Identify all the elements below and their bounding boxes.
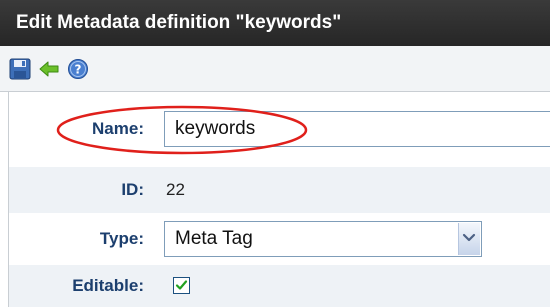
- type-label: Type:: [99, 229, 144, 248]
- dropdown-button[interactable]: [458, 223, 480, 255]
- editable-label: Editable:: [72, 276, 144, 295]
- checkmark-icon: [175, 280, 188, 290]
- save-icon[interactable]: [9, 58, 31, 80]
- edit-metadata-window: Edit Metadata definition "keywords" ? Na…: [0, 0, 550, 307]
- type-select[interactable]: Meta Tag: [164, 221, 482, 257]
- id-label: ID:: [121, 180, 144, 199]
- name-input[interactable]: keywords: [164, 111, 550, 147]
- toolbar: ?: [0, 46, 550, 92]
- help-icon[interactable]: ?: [67, 58, 89, 80]
- window-title: Edit Metadata definition "keywords": [0, 0, 550, 46]
- chevron-down-icon: [462, 233, 476, 242]
- editable-row: Editable:: [9, 265, 550, 307]
- type-select-value: Meta Tag: [175, 228, 253, 249]
- back-arrow-icon[interactable]: [38, 58, 60, 80]
- name-row: Name: keywords: [9, 92, 550, 167]
- id-row: ID: 22: [9, 167, 550, 213]
- metadata-form: Name: keywords ID: 22 Type: Meta Tag Edi…: [0, 92, 550, 307]
- id-value: 22: [166, 180, 185, 199]
- editable-checkbox[interactable]: [173, 277, 190, 294]
- name-label: Name:: [92, 119, 144, 138]
- svg-text:?: ?: [75, 63, 82, 77]
- type-row: Type: Meta Tag: [9, 213, 550, 265]
